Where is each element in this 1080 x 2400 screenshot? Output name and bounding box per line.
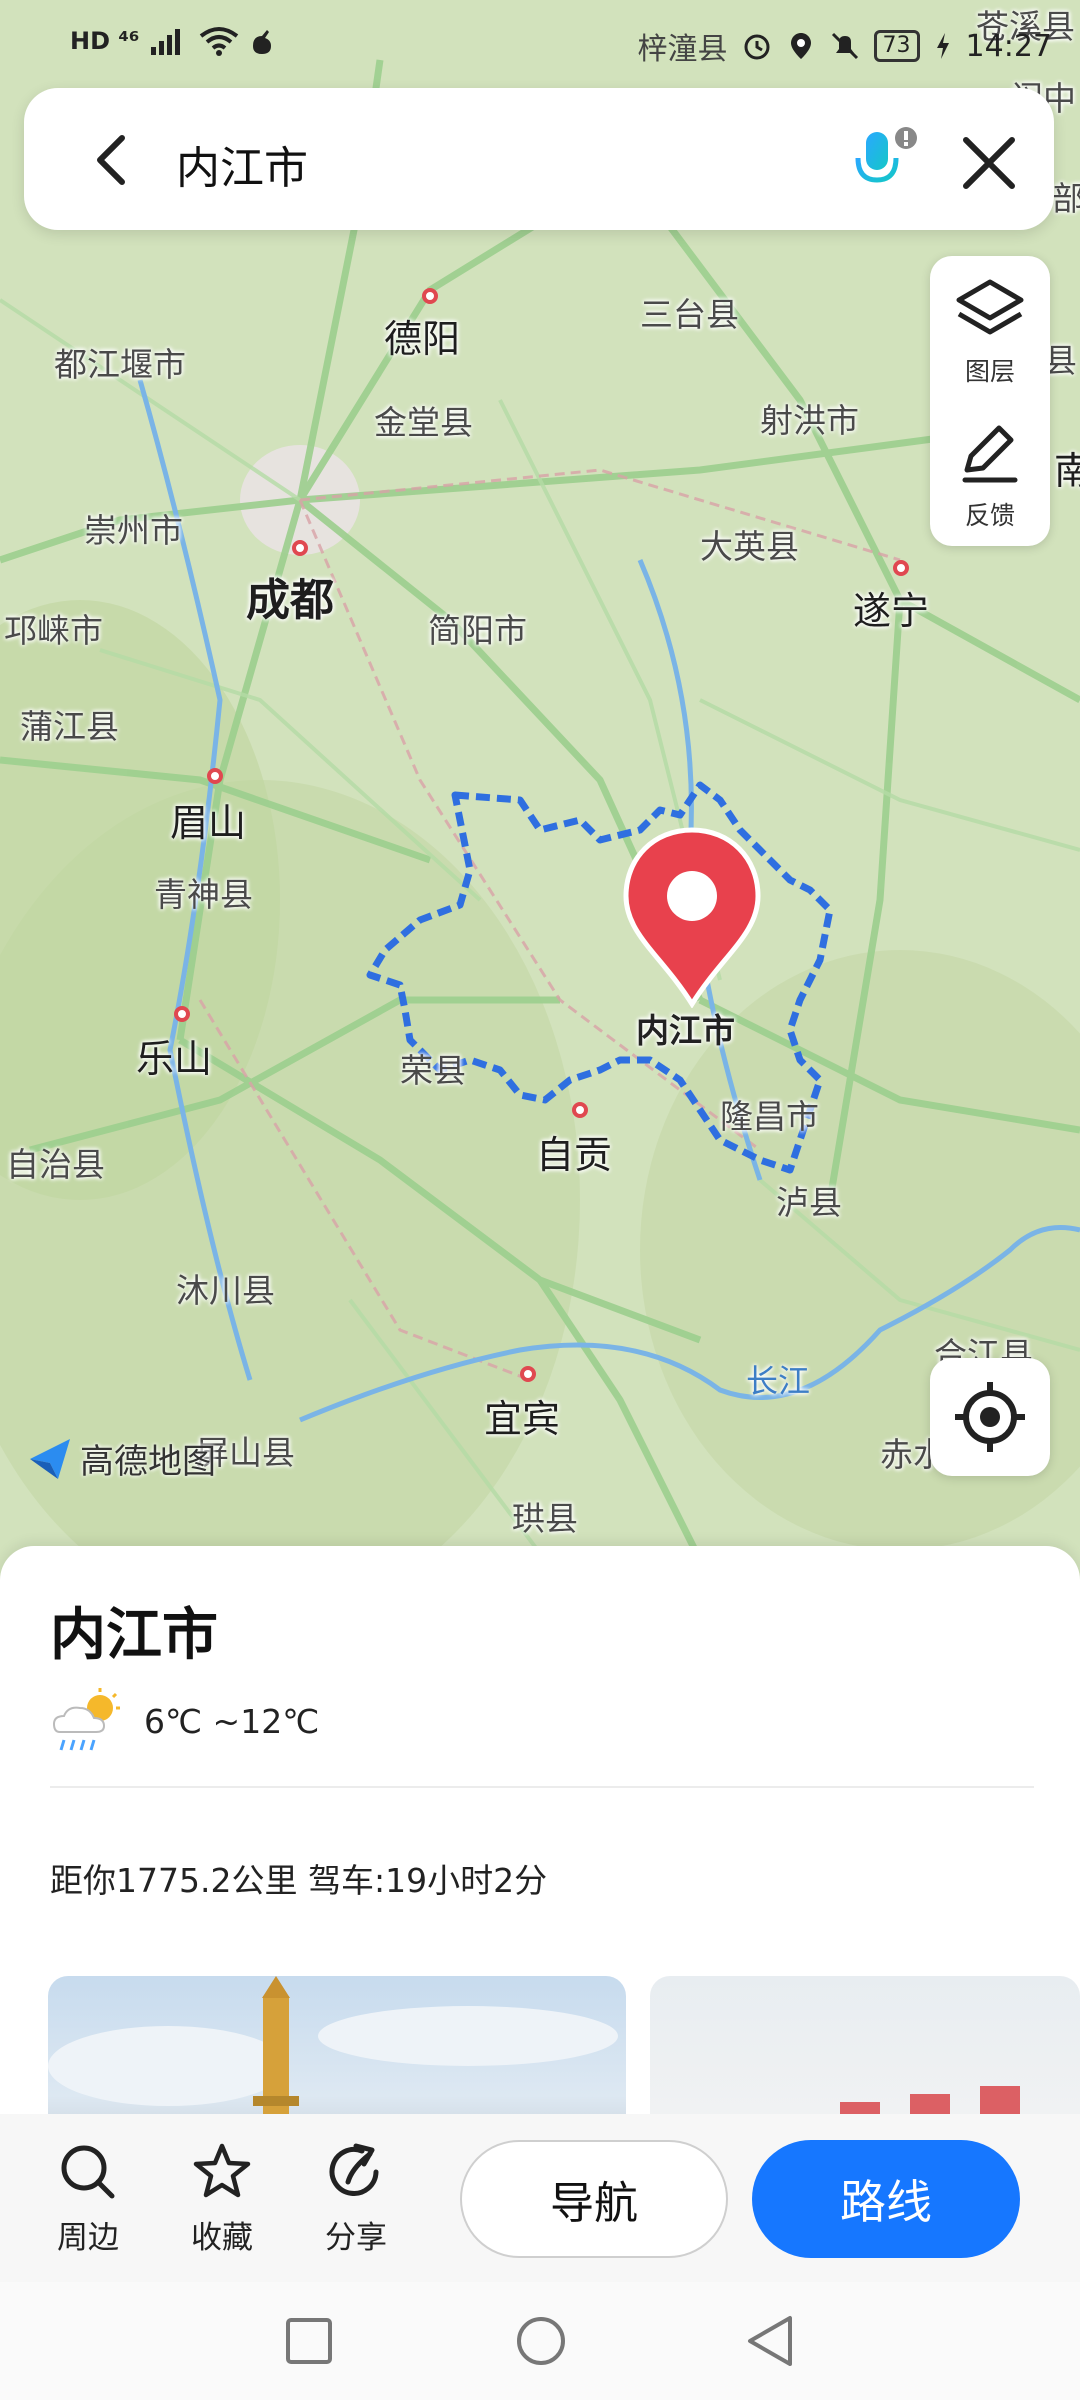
map-label[interactable]: 眉山 (170, 792, 246, 847)
map-label[interactable]: 崇州市 (84, 504, 183, 552)
search-query[interactable]: 内江市 (176, 132, 308, 196)
locate-me-button[interactable] (930, 1358, 1050, 1476)
map-label[interactable]: 沐川县 (176, 1264, 275, 1312)
search-icon (61, 2145, 115, 2199)
status-left: HD ⁴⁶ (70, 26, 275, 56)
map-label[interactable]: 青神县 (154, 868, 253, 916)
layers-button[interactable]: 图层 (930, 278, 1050, 388)
nearby-button[interactable]: 周边 (38, 2142, 138, 2257)
map-label[interactable]: 成都 (246, 564, 334, 628)
amap-logo: 高德地图 (26, 1434, 216, 1483)
wifi-icon (200, 27, 239, 56)
feedback-label: 反馈 (964, 501, 1015, 530)
charging-icon (936, 33, 949, 59)
map-label[interactable]: 蒲江县 (20, 700, 119, 748)
share-icon (329, 2143, 379, 2196)
map-tools-panel: 图层 反馈 (930, 256, 1050, 546)
status-bar: HD ⁴⁶ 梓潼县 73 14:27 (0, 0, 1080, 86)
amap-logo-text: 高德地图 (80, 1442, 216, 1482)
map-label[interactable]: 简阳市 (428, 604, 527, 652)
back-triangle-icon[interactable] (744, 2314, 798, 2368)
weather-temperature: 6℃ ~12℃ (144, 1701, 320, 1741)
carrier-label: 梓潼县 (637, 32, 728, 67)
map-label[interactable]: 隆昌市 (720, 1090, 819, 1138)
layers-icon (956, 279, 1024, 335)
map-label[interactable]: 遂宁 (853, 580, 929, 635)
divider (50, 1786, 1034, 1788)
map-label[interactable]: 南 (1054, 440, 1080, 495)
map-label[interactable]: 荣县 (400, 1044, 466, 1092)
action-bar: 周边 收藏 分享 导航 路线 (0, 2114, 1080, 2282)
nearby-label: 周边 (57, 2220, 119, 2256)
place-title: 内江市 (50, 1603, 218, 1668)
close-icon[interactable] (954, 128, 1024, 198)
navigate-button[interactable]: 导航 (460, 2140, 728, 2258)
map-label[interactable]: 宜宾 (484, 1388, 560, 1443)
feedback-button[interactable]: 反馈 (930, 422, 1050, 532)
weather-rain-sun-icon (52, 1688, 120, 1751)
feedback-pencil-icon (962, 425, 1018, 483)
city-dot-yibin (520, 1366, 536, 1382)
app-notification-icon (253, 30, 272, 54)
city-dot-meishan (207, 768, 223, 784)
city-dot-leshan (174, 1006, 190, 1022)
map-label-river[interactable]: 长江 (746, 1356, 810, 1402)
city-dot-suining (893, 560, 909, 576)
home-circle-icon[interactable] (514, 2314, 568, 2368)
favorite-button[interactable]: 收藏 (172, 2142, 272, 2257)
clock: 14:27 (965, 28, 1052, 64)
map-label[interactable]: 泸县 (776, 1176, 842, 1224)
map-terrain (0, 0, 1080, 1580)
map-label[interactable]: 自治县 (6, 1138, 105, 1186)
system-nav-bar (0, 2282, 1080, 2400)
share-button[interactable]: 分享 (306, 2142, 406, 2257)
map-label[interactable]: 乐山 (136, 1028, 212, 1083)
star-icon (193, 2143, 251, 2198)
city-dot-chengdu (292, 540, 308, 556)
recents-square-icon[interactable] (284, 2316, 334, 2366)
search-bar[interactable]: 内江市 (24, 88, 1054, 230)
route-button[interactable]: 路线 (752, 2140, 1020, 2258)
back-arrow-icon[interactable] (84, 130, 144, 190)
map-label[interactable]: 部 (1052, 172, 1080, 220)
map-label[interactable]: 珙县 (512, 1492, 578, 1540)
battery-indicator: 73 (873, 30, 920, 62)
share-label: 分享 (325, 2220, 387, 2256)
map-label[interactable]: 邛崃市 (4, 604, 103, 652)
favorite-label: 收藏 (191, 2220, 253, 2256)
map-label[interactable]: 射洪市 (760, 394, 859, 442)
locate-crosshair-icon (955, 1382, 1025, 1452)
map-label[interactable]: 金堂县 (374, 396, 473, 444)
layers-label: 图层 (964, 357, 1015, 386)
mute-bell-icon (831, 32, 858, 60)
status-right: 梓潼县 73 14:27 (638, 24, 1052, 68)
city-dot-deyang (422, 288, 438, 304)
map-label[interactable]: 三台县 (640, 288, 739, 336)
map-view[interactable]: 德阳 三台县 都江堰市 金堂县 射洪市 崇州市 大英县 成都 遂宁 邛崃市 简阳… (0, 0, 1080, 1580)
amap-logo-icon (30, 1438, 70, 1479)
weather-row: 6℃ ~12℃ (50, 1686, 319, 1756)
map-label[interactable]: 德阳 (384, 308, 460, 363)
location-service-icon (790, 33, 811, 59)
network-badges: HD ⁴⁶ (70, 27, 140, 55)
map-label-selected[interactable]: 内江市 (636, 1004, 735, 1052)
location-pin-icon[interactable] (618, 826, 766, 1008)
city-dot-zigong (572, 1102, 588, 1118)
voice-mic-icon[interactable] (844, 122, 924, 202)
map-label[interactable]: 自贡 (536, 1124, 612, 1179)
signal-icon (151, 29, 181, 55)
alarm-icon (744, 34, 770, 60)
map-label[interactable]: 大英县 (700, 520, 799, 568)
distance-info: 距你1775.2公里 驾车:19小时2分 (50, 1861, 548, 1900)
map-label[interactable]: 都江堰市 (54, 338, 186, 386)
